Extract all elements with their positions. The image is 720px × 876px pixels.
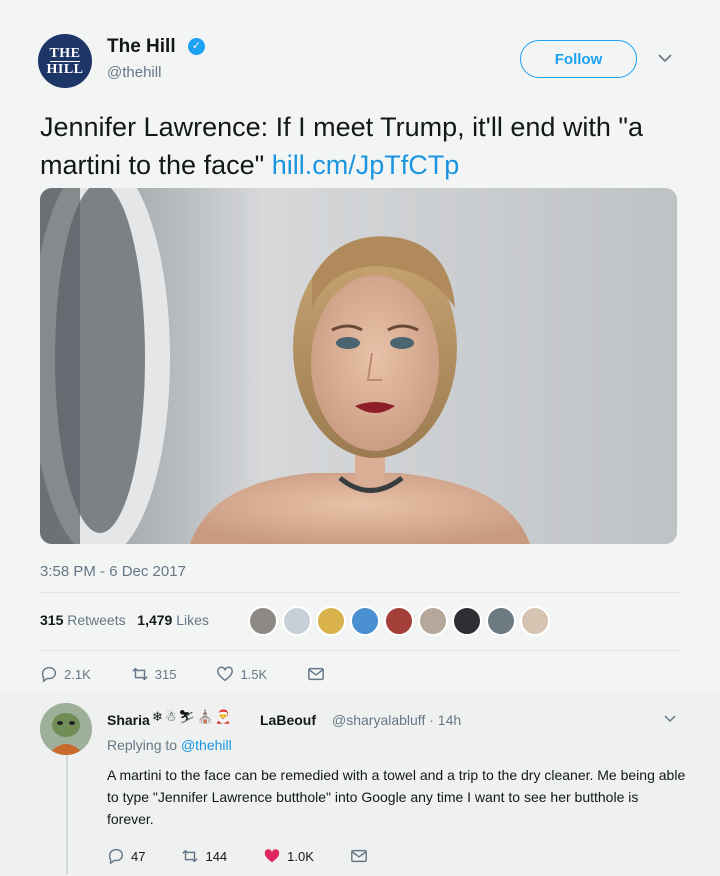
avatar-logo-hill: HILL — [46, 62, 84, 77]
avatar-logo-the: THE — [49, 46, 81, 61]
liker-avatar[interactable] — [520, 606, 550, 636]
follow-button[interactable]: Follow — [520, 40, 637, 78]
retweet-button[interactable]: 144 — [181, 847, 227, 865]
liker-avatar[interactable] — [384, 606, 414, 636]
replying-to: Replying to @thehill — [107, 737, 232, 753]
reply-icon — [41, 666, 56, 683]
thread-line — [66, 750, 68, 874]
replying-prefix: Replying to — [107, 737, 178, 753]
reply-reply-count: 47 — [131, 848, 146, 864]
verified-badge-icon: ✓ — [188, 38, 205, 55]
reply-tweet: Sharia ❄☃⛷⛪🎅 LaBeouf @sharyalabluff · 14… — [0, 692, 720, 876]
reply-author-name-suffix[interactable]: LaBeouf — [260, 712, 316, 728]
retweet-count[interactable]: 315 — [40, 612, 63, 628]
like-button[interactable]: 1.0K — [263, 847, 314, 865]
message-button[interactable] — [350, 847, 368, 865]
reply-icon — [108, 848, 123, 865]
main-tweet: THE HILL The Hill ✓ @thehill Follow Jenn… — [0, 0, 720, 690]
reply-text: A martini to the face can be remedied wi… — [107, 767, 686, 827]
heart-filled-icon — [264, 849, 280, 863]
tweet-actions: 2.1K 315 1.5K — [40, 665, 365, 683]
liker-avatars — [248, 606, 550, 636]
reply-button[interactable]: 47 — [107, 847, 145, 865]
liker-avatar[interactable] — [452, 606, 482, 636]
reply-author-name[interactable]: Sharia — [107, 712, 150, 728]
liker-avatar[interactable] — [248, 606, 278, 636]
message-button[interactable] — [307, 665, 325, 683]
like-count[interactable]: 1,479 — [137, 612, 172, 628]
reply-button[interactable]: 2.1K — [40, 665, 91, 683]
author-handle[interactable]: @thehill — [107, 64, 161, 81]
like-button[interactable]: 1.5K — [216, 665, 267, 683]
envelope-icon — [351, 849, 367, 863]
reply-actions: 47 144 1.0K — [107, 847, 404, 865]
tweet-text: Jennifer Lawrence: If I meet Trump, it'l… — [40, 108, 680, 184]
liker-avatar[interactable] — [486, 606, 516, 636]
tweet-link[interactable]: hill.cm/JpTfCTp — [272, 150, 460, 180]
tweet-timestamp[interactable]: 3:58 PM - 6 Dec 2017 — [40, 563, 186, 580]
the-hill-avatar[interactable]: THE HILL — [38, 34, 92, 88]
sharia-avatar[interactable] — [40, 703, 92, 755]
reply-like-count: 1.0K — [287, 848, 314, 864]
liker-avatar[interactable] — [282, 606, 312, 636]
heart-icon — [217, 666, 234, 682]
divider — [40, 650, 680, 651]
divider — [40, 592, 680, 593]
reply-count: 2.1K — [64, 666, 91, 682]
reply-retweet-count: 144 — [205, 848, 228, 864]
engagement-stats: 315 Retweets 1,479 Likes — [40, 612, 209, 628]
tweet-photo[interactable] — [40, 188, 677, 544]
liker-avatar[interactable] — [316, 606, 346, 636]
chevron-down-icon[interactable] — [658, 50, 672, 66]
reply-name-emojis: ❄☃⛷⛪🎅 — [152, 709, 234, 724]
liker-avatar[interactable] — [350, 606, 380, 636]
reply-handle-time[interactable]: @sharyalabluff · 14h — [332, 712, 461, 728]
envelope-icon — [308, 667, 325, 681]
like-action-count: 1.5K — [240, 666, 268, 682]
retweet-icon — [182, 849, 199, 863]
chevron-down-icon[interactable] — [664, 712, 676, 726]
retweet-icon — [132, 667, 148, 681]
retweet-label[interactable]: Retweets — [67, 612, 125, 628]
liker-avatar[interactable] — [418, 606, 448, 636]
like-label[interactable]: Likes — [176, 612, 209, 628]
replying-handle-link[interactable]: @thehill — [181, 737, 232, 753]
retweet-action-count: 315 — [154, 666, 177, 682]
retweet-button[interactable]: 315 — [131, 665, 177, 683]
author-name[interactable]: The Hill — [107, 36, 176, 58]
